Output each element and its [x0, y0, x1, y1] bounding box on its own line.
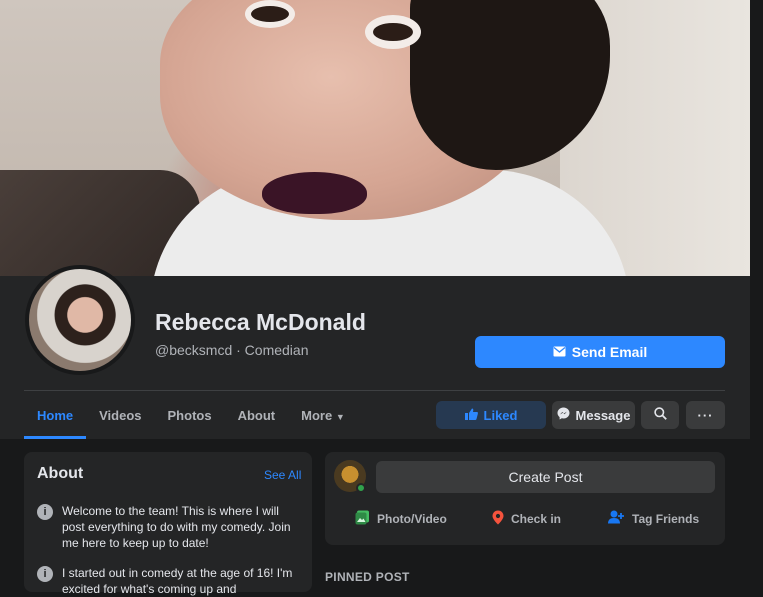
search-button[interactable]	[641, 401, 679, 429]
info-icon: i	[37, 566, 53, 582]
message-label: Message	[575, 407, 631, 423]
about-item-text: I started out in comedy at the age of 16…	[62, 566, 293, 596]
post-composer: Create Post Photo/Video Check in Tag Fri…	[325, 452, 725, 545]
photo-video-label: Photo/Video	[377, 512, 447, 526]
tab-about[interactable]: About	[225, 392, 289, 439]
messenger-icon	[557, 407, 570, 423]
check-in-button[interactable]: Check in	[492, 510, 561, 528]
liked-label: Liked	[483, 407, 518, 423]
about-item-text: Welcome to the team! This is where I wil…	[62, 504, 291, 550]
about-title: About	[37, 465, 84, 482]
check-in-label: Check in	[511, 512, 562, 526]
info-icon: i	[37, 504, 53, 520]
send-email-label: Send Email	[571, 344, 648, 360]
more-options-button[interactable]: ···	[686, 401, 725, 429]
tag-friends-icon	[608, 510, 625, 527]
profile-handle: @becksmcd · Comedian	[155, 342, 309, 358]
about-item: i I started out in comedy at the age of …	[37, 565, 302, 597]
thumbs-up-icon	[464, 408, 478, 423]
photo-video-button[interactable]: Photo/Video	[355, 510, 447, 528]
tab-more-label: More	[301, 408, 333, 423]
profile-avatar[interactable]	[25, 265, 135, 375]
see-all-link[interactable]: See All	[264, 468, 301, 482]
about-item: i Welcome to the team! This is where I w…	[37, 503, 302, 551]
tab-home[interactable]: Home	[24, 392, 87, 439]
tab-videos[interactable]: Videos	[86, 392, 154, 439]
search-icon	[653, 407, 667, 423]
tab-more[interactable]: More ▼	[288, 392, 358, 439]
pinned-post-heading: PINNED POST	[325, 570, 410, 584]
online-status-dot	[356, 483, 366, 493]
envelope-icon	[553, 344, 566, 360]
create-post-button[interactable]: Create Post	[376, 461, 715, 493]
tag-friends-label: Tag Friends	[632, 511, 700, 526]
scrollbar-track	[750, 0, 763, 587]
liked-button[interactable]: Liked	[436, 401, 546, 429]
message-button[interactable]: Message	[552, 401, 635, 429]
tab-photos[interactable]: Photos	[155, 392, 225, 439]
profile-tabs: Home Videos Photos About More ▼	[24, 392, 358, 439]
send-email-button[interactable]: Send Email	[475, 336, 725, 368]
photo-icon	[355, 510, 370, 528]
caret-down-icon: ▼	[335, 412, 345, 422]
location-pin-icon	[492, 510, 504, 528]
profile-name: Rebecca McDonald	[155, 309, 366, 335]
cover-photo[interactable]	[0, 0, 750, 276]
about-card: About See All i Welcome to the team! Thi…	[24, 452, 312, 596]
ellipsis-icon: ···	[697, 407, 714, 423]
tag-friends-button[interactable]: Tag Friends	[608, 510, 699, 527]
header-divider	[24, 390, 725, 391]
